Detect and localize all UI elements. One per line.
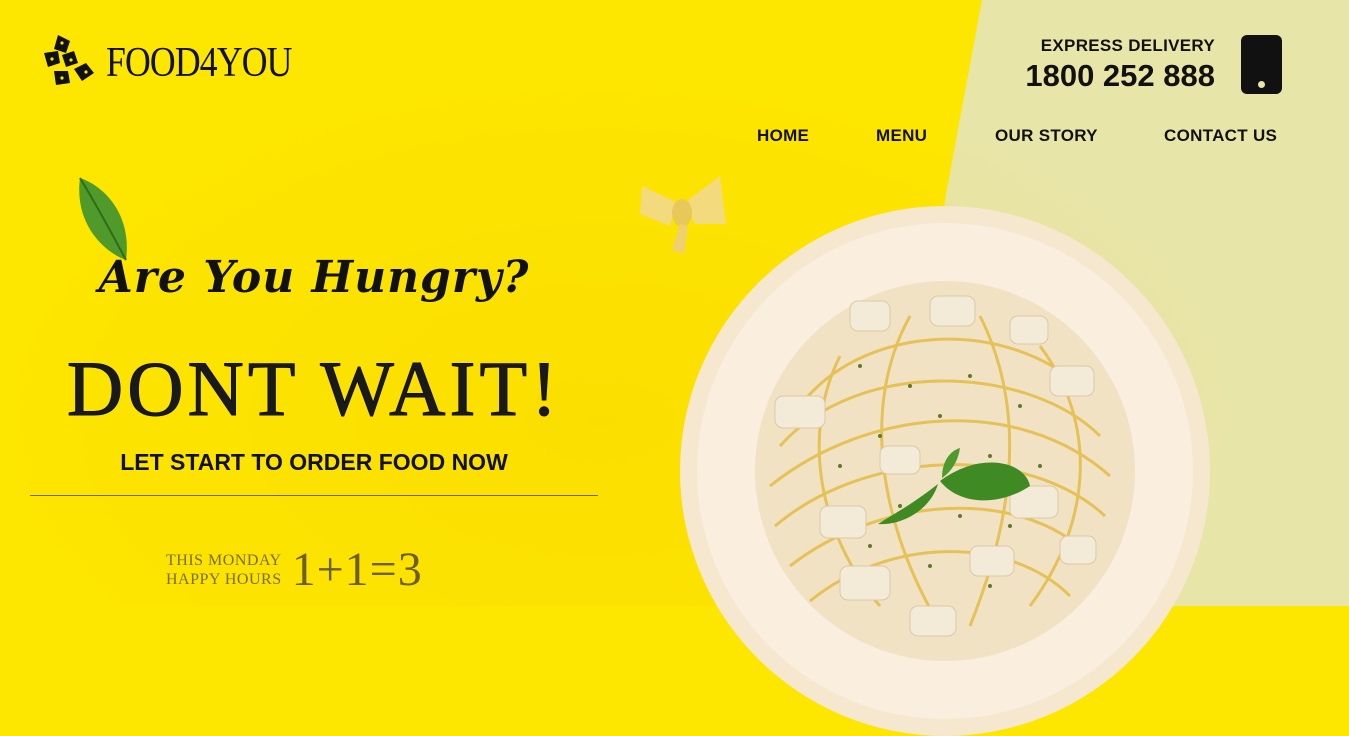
brand-name: FOOD4YOU <box>106 40 292 86</box>
pasta-logo-icon <box>44 35 94 85</box>
phone-icon[interactable] <box>1241 35 1282 94</box>
express-delivery-label: EXPRESS DELIVERY <box>1040 36 1215 55</box>
hero-tagline: LET START TO ORDER FOOD NOW <box>120 449 508 475</box>
nav-home[interactable]: HOME <box>757 126 809 146</box>
delivery-phone-number[interactable]: 1800 252 888 <box>1025 58 1215 94</box>
promo-offer: 1+1=3 <box>291 543 423 596</box>
promo-line-1: THIS MONDAY <box>166 551 282 569</box>
pasta-plate-image <box>680 206 1210 736</box>
nav-contact-us[interactable]: CONTACT US <box>1164 126 1277 146</box>
promo-banner: THIS MONDAY HAPPY HOURS 1+1=3 <box>166 542 423 597</box>
promo-line-2: HAPPY HOURS <box>166 570 282 588</box>
nav-our-story[interactable]: OUR STORY <box>995 126 1098 146</box>
hero-headline: Are You Hungry? <box>98 252 530 303</box>
brand-logo[interactable]: FOOD4YOU <box>40 33 324 93</box>
promo-text: THIS MONDAY HAPPY HOURS <box>166 551 282 589</box>
nav-menu[interactable]: MENU <box>876 126 927 146</box>
hero-title: DONT WAIT! <box>66 345 562 433</box>
hero-divider <box>30 495 598 496</box>
express-delivery-contact: EXPRESS DELIVERY 1800 252 888 <box>1025 36 1215 94</box>
